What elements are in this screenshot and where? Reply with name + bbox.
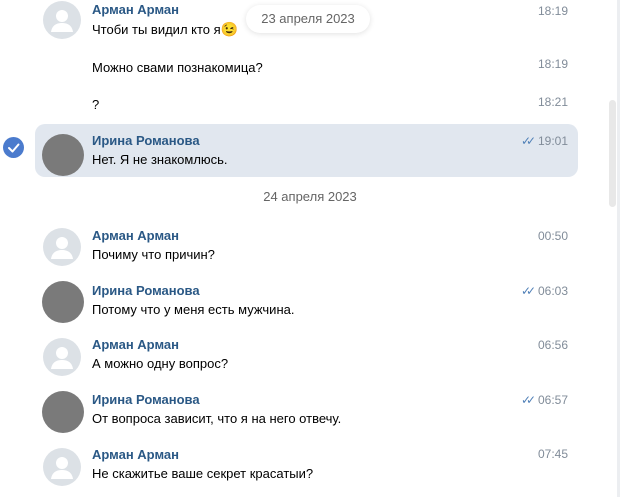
message-time: 19:01: [537, 134, 568, 148]
message-row[interactable]: Ирина Романова Нет. Я не знакомлюсь. ✓✓ …: [0, 124, 620, 177]
message-time: 18:19: [537, 4, 568, 18]
message-row[interactable]: Ирина Романова Потому что у меня есть му…: [0, 277, 620, 327]
user-silhouette-icon: [51, 10, 73, 32]
message-text: Почиму что причин?: [92, 247, 215, 262]
avatar[interactable]: [42, 391, 84, 433]
avatar[interactable]: [42, 134, 84, 176]
message-row[interactable]: Можно свами познакомица? 18:19: [0, 55, 620, 85]
user-silhouette-icon: [51, 457, 73, 479]
message-text: Чтоби ты видил кто я😉: [92, 21, 238, 38]
message-text-content: Чтоби ты видил кто я: [92, 22, 221, 37]
date-separator: 24 апреля 2023: [263, 189, 357, 204]
avatar[interactable]: [43, 1, 81, 39]
message-row[interactable]: Арман Арман Почиму что причин? 00:50: [0, 222, 620, 272]
message-text: Не скажитье ваше секрет красатыи?: [92, 466, 314, 481]
message-text: От вопроса зависит, что я на него отвечу…: [92, 411, 342, 426]
avatar[interactable]: [42, 281, 84, 323]
message-author[interactable]: Ирина Романова: [92, 392, 200, 407]
user-silhouette-icon: [51, 347, 73, 369]
message-time: 00:50: [537, 229, 568, 243]
message-row[interactable]: Арман Арман Не скажитье ваше секрет крас…: [0, 442, 620, 497]
wink-emoji: 😉: [220, 21, 239, 37]
message-author[interactable]: Арман Арман: [92, 2, 179, 17]
message-time: 18:21: [537, 95, 568, 109]
avatar[interactable]: [43, 338, 81, 376]
message-text: Можно свами познакомица?: [92, 60, 263, 75]
message-author[interactable]: Арман Арман: [92, 228, 179, 243]
message-time: 18:19: [537, 57, 568, 71]
message-time: 06:56: [537, 338, 568, 352]
message-text: А можно одну вопрос?: [92, 356, 229, 371]
message-text: ?: [92, 97, 100, 112]
message-row[interactable]: ? 18:21: [0, 93, 620, 123]
message-author[interactable]: Арман Арман: [92, 337, 179, 352]
double-check-icon: ✓✓: [521, 393, 536, 407]
message-row[interactable]: Арман Арман А можно одну вопрос? 06:56: [0, 332, 620, 382]
message-time: 06:57: [537, 393, 568, 407]
avatar[interactable]: [43, 448, 81, 486]
message-author[interactable]: Ирина Романова: [92, 283, 200, 298]
avatar[interactable]: [43, 228, 81, 266]
message-row[interactable]: Ирина Романова От вопроса зависит, что я…: [0, 387, 620, 437]
message-text: Нет. Я не знакомлюсь.: [92, 152, 228, 167]
floating-date: 23 апреля 2023: [246, 5, 370, 33]
message-time: 06:03: [537, 284, 568, 298]
message-author[interactable]: Арман Арман: [92, 447, 179, 462]
double-check-icon: ✓✓: [521, 134, 536, 148]
message-text: Потому что у меня есть мужчина.: [92, 302, 295, 317]
message-time: 07:45: [537, 447, 568, 461]
message-author[interactable]: Ирина Романова: [92, 133, 200, 148]
user-silhouette-icon: [51, 237, 73, 259]
double-check-icon: ✓✓: [521, 284, 536, 298]
